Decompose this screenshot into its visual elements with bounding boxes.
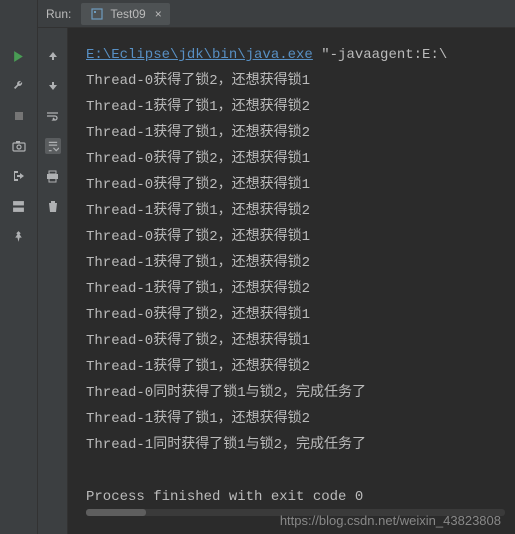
layout-icon[interactable] bbox=[11, 198, 27, 214]
blank-line bbox=[86, 458, 515, 484]
output-line: Thread-0获得了锁2，还想获得锁1 bbox=[86, 146, 515, 172]
tab-test09[interactable]: Test09 × bbox=[81, 3, 169, 25]
trash-icon[interactable] bbox=[45, 198, 61, 214]
up-arrow-icon[interactable] bbox=[45, 48, 61, 64]
output-line: Thread-1获得了锁1，还想获得锁2 bbox=[86, 250, 515, 276]
output-line: Thread-1获得了锁1，还想获得锁2 bbox=[86, 94, 515, 120]
exit-line: Process finished with exit code 0 bbox=[86, 484, 515, 510]
output-line: Thread-0获得了锁2，还想获得锁1 bbox=[86, 328, 515, 354]
output-line: Thread-0获得了锁2，还想获得锁1 bbox=[86, 224, 515, 250]
output-line: Thread-1获得了锁1，还想获得锁2 bbox=[86, 276, 515, 302]
close-icon[interactable]: × bbox=[155, 7, 162, 21]
scrollbar-thumb[interactable] bbox=[86, 509, 146, 516]
output-line: Thread-1获得了锁1，还想获得锁2 bbox=[86, 406, 515, 432]
output-line: Thread-1同时获得了锁1与锁2，完成任务了 bbox=[86, 432, 515, 458]
output-line: Thread-0获得了锁2，还想获得锁1 bbox=[86, 302, 515, 328]
java-args: "-javaagent:E:\ bbox=[313, 47, 447, 63]
output-line: Thread-0同时获得了锁1与锁2，完成任务了 bbox=[86, 380, 515, 406]
command-line: E:\Eclipse\jdk\bin\java.exe "-javaagent:… bbox=[86, 42, 515, 68]
output-line: Thread-0获得了锁2，还想获得锁1 bbox=[86, 68, 515, 94]
scroll-to-end-icon[interactable] bbox=[45, 138, 61, 154]
tab-label: Test09 bbox=[110, 7, 145, 21]
output-line: Thread-1获得了锁1，还想获得锁2 bbox=[86, 120, 515, 146]
config-icon bbox=[89, 6, 105, 22]
down-arrow-icon[interactable] bbox=[45, 78, 61, 94]
stop-icon[interactable] bbox=[11, 108, 27, 124]
output-line: Thread-1获得了锁1，还想获得锁2 bbox=[86, 198, 515, 224]
run-toolbar bbox=[38, 28, 68, 534]
pin-icon[interactable] bbox=[11, 228, 27, 244]
run-label: Run: bbox=[46, 7, 71, 21]
left-toolbar bbox=[0, 0, 38, 534]
wrap-icon[interactable] bbox=[45, 108, 61, 124]
tab-bar: Run: Test09 × bbox=[38, 0, 515, 28]
output-line: Thread-0获得了锁2，还想获得锁1 bbox=[86, 172, 515, 198]
console-output[interactable]: E:\Eclipse\jdk\bin\java.exe "-javaagent:… bbox=[68, 28, 515, 534]
output-line: Thread-1获得了锁1，还想获得锁2 bbox=[86, 354, 515, 380]
horizontal-scrollbar[interactable] bbox=[86, 509, 505, 516]
camera-icon[interactable] bbox=[11, 138, 27, 154]
play-icon[interactable] bbox=[11, 48, 27, 64]
wrench-icon[interactable] bbox=[11, 78, 27, 94]
print-icon[interactable] bbox=[45, 168, 61, 184]
exit-icon[interactable] bbox=[11, 168, 27, 184]
java-path-link[interactable]: E:\Eclipse\jdk\bin\java.exe bbox=[86, 47, 313, 63]
